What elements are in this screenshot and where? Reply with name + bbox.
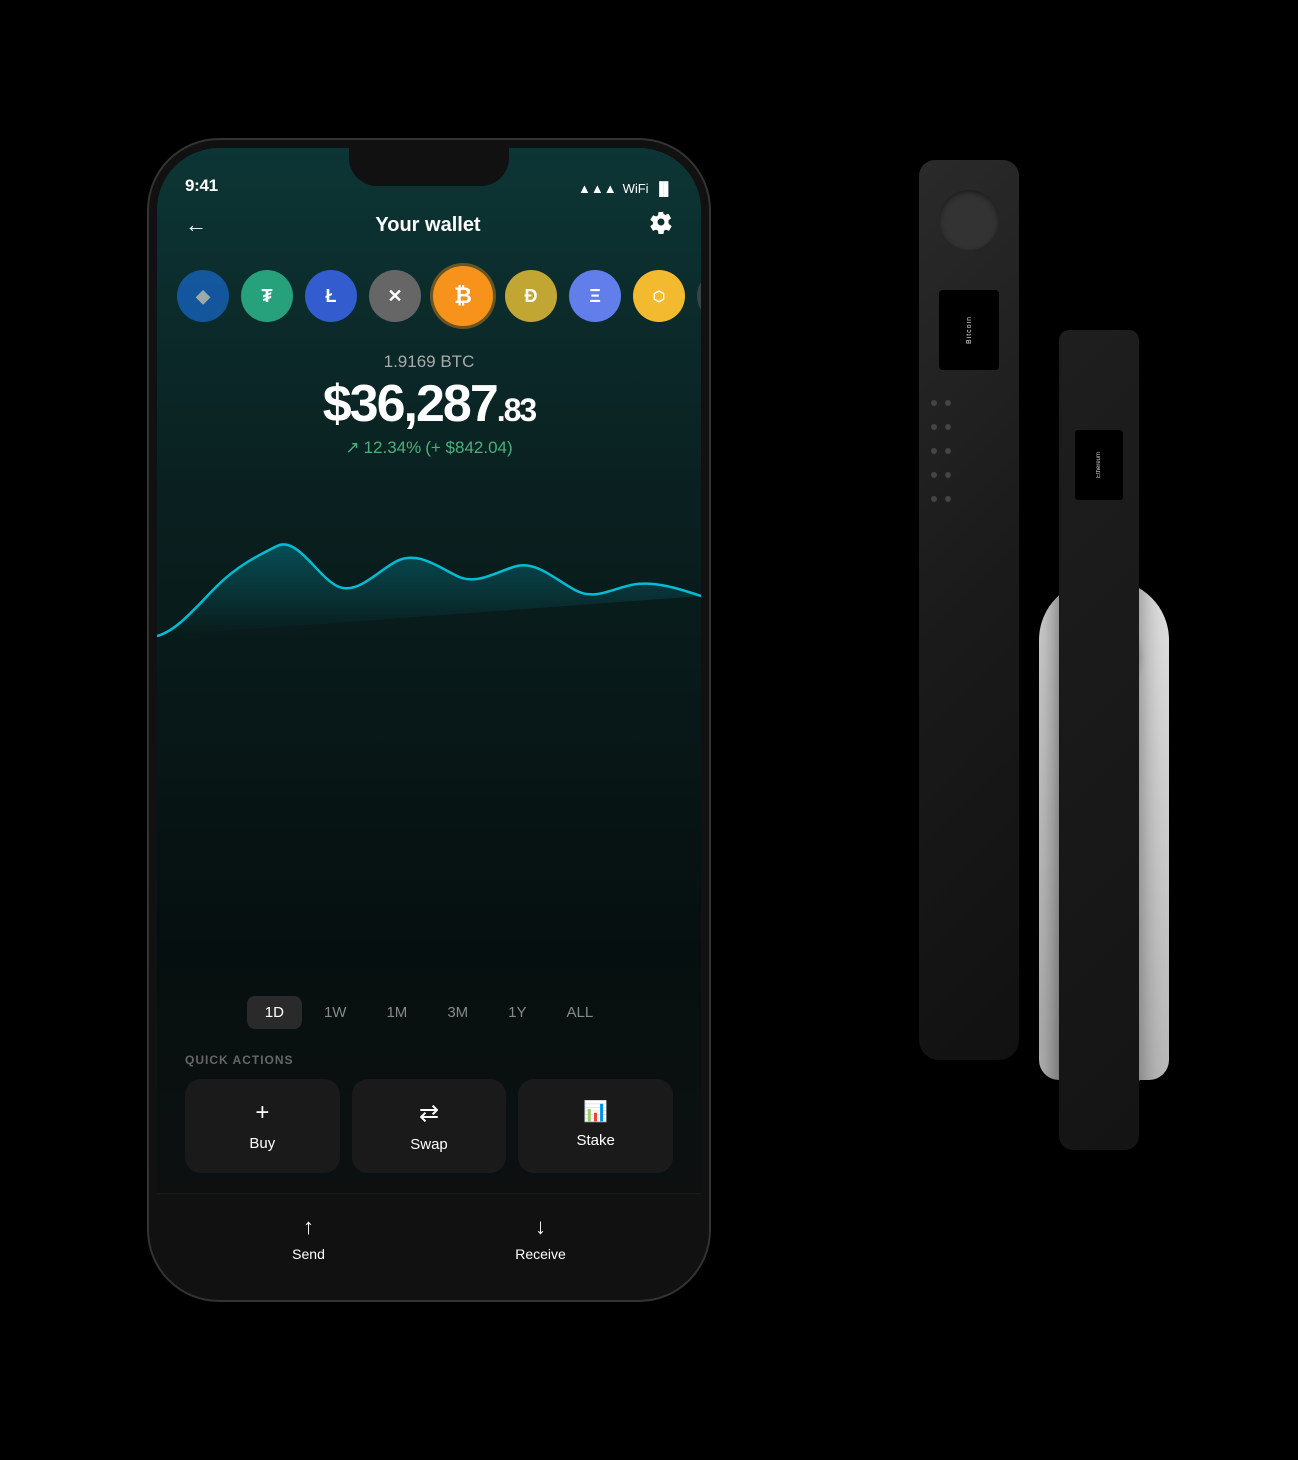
period-all[interactable]: ALL bbox=[549, 996, 612, 1029]
balance-change: ↗ 12.34% (+ $842.04) bbox=[177, 438, 681, 458]
quick-actions-label: QUICK ACTIONS bbox=[157, 1045, 701, 1079]
ledger-side-screen-text: Ethereum bbox=[1096, 452, 1102, 478]
buy-label: Buy bbox=[249, 1135, 275, 1152]
phone-screen: 9:41 ▲▲▲ WiFi ▐▌ ← Your wallet bbox=[157, 148, 701, 1292]
page-title: Your wallet bbox=[375, 214, 480, 237]
coin-algo[interactable]: A bbox=[697, 270, 701, 322]
change-arrow: ↗ bbox=[345, 438, 359, 458]
stake-label: Stake bbox=[577, 1132, 615, 1149]
coin-doge[interactable]: Ð bbox=[505, 270, 557, 322]
ledger-nano-x-main: Bitcoin bbox=[919, 160, 1019, 1060]
bottom-bar: ↑ Send ↓ Receive bbox=[157, 1193, 701, 1292]
time-filters: 1D 1W 1M 3M 1Y ALL bbox=[157, 980, 701, 1045]
back-button[interactable]: ← bbox=[185, 212, 207, 238]
signal-icon: ▲▲▲ bbox=[578, 181, 617, 196]
receive-label: Receive bbox=[515, 1246, 566, 1262]
coin-unknown[interactable]: ◆ bbox=[177, 270, 229, 322]
usd-whole: $36,287 bbox=[323, 375, 497, 433]
scene: 9:41 ▲▲▲ WiFi ▐▌ ← Your wallet bbox=[99, 80, 1199, 1380]
battery-icon: ▐▌ bbox=[655, 181, 673, 196]
notch bbox=[349, 148, 509, 186]
settings-button[interactable] bbox=[649, 210, 673, 240]
period-3m[interactable]: 3M bbox=[429, 996, 486, 1029]
change-percent: 12.34% bbox=[364, 438, 422, 458]
swap-icon: ⇄ bbox=[419, 1099, 439, 1128]
balance-section: 1.9169 BTC $36,287.83 ↗ 12.34% (+ $842.0… bbox=[157, 336, 701, 466]
ledger-main-screen: Bitcoin bbox=[939, 290, 999, 370]
ledger-main-buttons bbox=[931, 400, 1007, 502]
ledger-button-row-4 bbox=[931, 472, 951, 478]
phone: 9:41 ▲▲▲ WiFi ▐▌ ← Your wallet bbox=[149, 140, 709, 1300]
coin-bitcoin-active[interactable]: ₿ bbox=[433, 266, 493, 326]
coin-tether[interactable]: ₮ bbox=[241, 270, 293, 322]
wifi-icon: WiFi bbox=[623, 181, 649, 196]
coin-ethereum[interactable]: Ξ bbox=[569, 270, 621, 322]
quick-actions-row: + Buy ⇄ Swap 📊 Stake bbox=[157, 1079, 701, 1193]
usd-balance: $36,287.83 bbox=[177, 378, 681, 430]
usd-cents: .83 bbox=[497, 392, 535, 428]
plus-icon: + bbox=[255, 1099, 269, 1127]
period-1y[interactable]: 1Y bbox=[490, 996, 544, 1029]
change-amount: (+ $842.04) bbox=[425, 438, 512, 458]
send-icon: ↑ bbox=[303, 1214, 314, 1240]
ledger-button-row-1 bbox=[931, 400, 951, 406]
receive-action[interactable]: ↓ Receive bbox=[515, 1214, 566, 1262]
buy-button[interactable]: + Buy bbox=[185, 1079, 340, 1173]
coin-row: ◆ ₮ Ł ✕ ₿ Ð bbox=[157, 256, 701, 336]
stake-icon: 📊 bbox=[583, 1099, 608, 1124]
chart-container bbox=[157, 466, 701, 980]
period-1m[interactable]: 1M bbox=[368, 996, 425, 1029]
screen-content: 9:41 ▲▲▲ WiFi ▐▌ ← Your wallet bbox=[157, 148, 701, 1292]
ledger-button-row-3 bbox=[931, 448, 951, 454]
swap-button[interactable]: ⇄ Swap bbox=[352, 1079, 507, 1173]
ledger-side-screen: Ethereum bbox=[1075, 430, 1123, 500]
send-label: Send bbox=[292, 1246, 325, 1262]
receive-icon: ↓ bbox=[535, 1214, 546, 1240]
stake-button[interactable]: 📊 Stake bbox=[518, 1079, 673, 1173]
ledger-nano-x-side: Ethereum bbox=[1059, 330, 1139, 1150]
status-icons: ▲▲▲ WiFi ▐▌ bbox=[578, 181, 673, 196]
send-action[interactable]: ↑ Send bbox=[292, 1214, 325, 1262]
swap-label: Swap bbox=[410, 1136, 448, 1153]
status-time: 9:41 bbox=[185, 176, 218, 196]
crypto-amount: 1.9169 BTC bbox=[177, 352, 681, 372]
period-1w[interactable]: 1W bbox=[306, 996, 365, 1029]
coin-litecoin[interactable]: Ł bbox=[305, 270, 357, 322]
coin-bnb[interactable]: ⬡ bbox=[633, 270, 685, 322]
coin-xrp[interactable]: ✕ bbox=[369, 270, 421, 322]
ledger-button-row-5 bbox=[931, 496, 951, 502]
ledger-main-screen-text: Bitcoin bbox=[966, 316, 973, 344]
ledger-button-row-2 bbox=[931, 424, 951, 430]
price-chart bbox=[157, 476, 701, 676]
gear-icon bbox=[649, 210, 673, 234]
period-1d[interactable]: 1D bbox=[247, 996, 302, 1029]
